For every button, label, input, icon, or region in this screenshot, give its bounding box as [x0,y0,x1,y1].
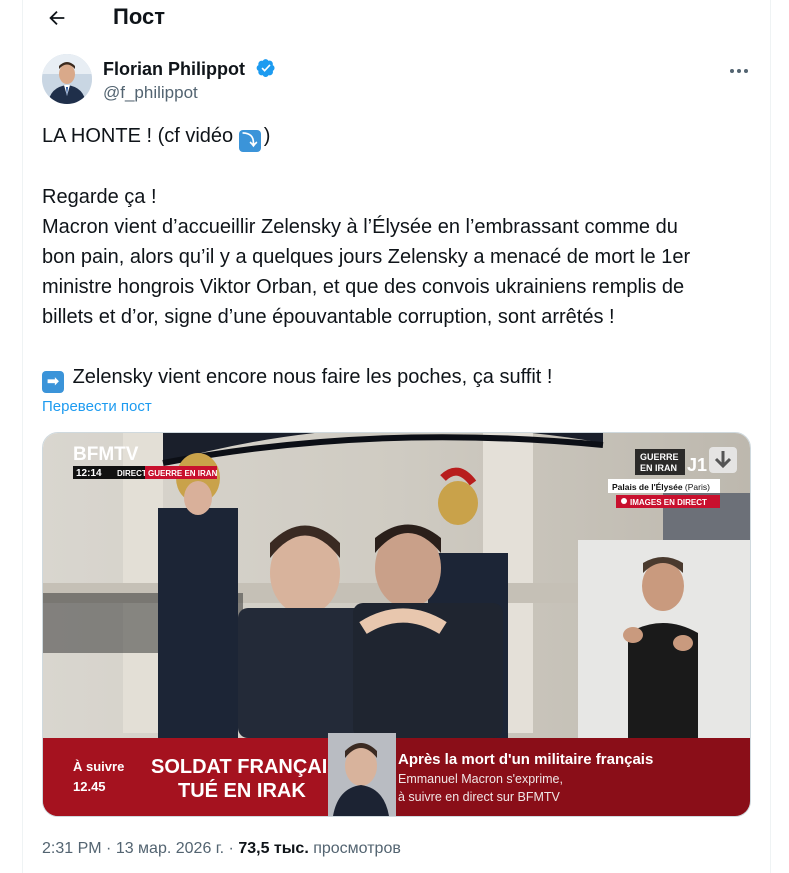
video-direct: DIRECT [117,469,147,478]
author-block: Florian Philippot @f_philippot [42,54,752,106]
avatar[interactable] [42,54,92,104]
ticker-sub2: à suivre en direct sur BFMTV [398,790,561,804]
arrow-left-icon [49,10,65,26]
post-time[interactable]: 2:31 PM [42,840,102,857]
tweet-line-text: Zelensky vient encore nous faire les poc… [72,366,553,388]
location-name: Palais de l'Élysée [612,482,683,492]
translate-post-link[interactable]: Перевести пост [42,397,152,417]
ticker-title: Après la mort d'un militaire français [398,751,653,768]
more-horizontal-icon [730,69,748,73]
location-city: (Paris) [685,482,710,492]
tweet-line: ministre hongrois Viktor Orban, et que d… [42,276,685,298]
more-options-button[interactable] [726,58,752,84]
column-border-left [22,0,23,873]
column-border-right [770,0,771,873]
bfmtv-logo: BFMTV [73,444,139,465]
author-handle[interactable]: @f_philippot [103,82,198,104]
tweet-line: billets et d’or, signe d’une épouvantabl… [42,306,615,328]
ticker-sub1: Emmanuel Macron s'exprime, [398,772,563,786]
location-label: Palais de l'Élysée (Paris) [612,482,710,492]
video-tag: GUERRE EN IRAN [148,469,218,478]
arrow-right-icon: ➡ [42,371,64,393]
images-direct-label: IMAGES EN DIRECT [630,498,707,507]
badge-j: J1 [687,455,707,475]
view-count: 73,5 тыс. [238,840,309,857]
tweet-line-blank [42,152,762,182]
video-player[interactable]: BFMTV 12:14 DIRECT GUERRE EN IRAN GUERRE… [42,432,751,817]
video-time: 12:14 [76,468,102,479]
avatar-image [42,54,92,104]
headline-line1: SOLDAT FRANÇAIS [151,756,341,778]
tweet-text: LA HONTE ! (cf vidéo ⤵) Regarde ça ! Mac… [42,121,762,393]
suivre-time: 12.45 [73,779,106,794]
tweet-line-end: ) [263,125,271,147]
page-title: Пост [113,4,165,29]
tweet-line: LA HONTE ! (cf vidéo ⤵) [42,121,762,152]
author-name[interactable]: Florian Philippot [103,58,245,80]
back-button[interactable] [43,4,71,32]
suivre-label: À suivre [73,759,124,774]
tweet-line: Regarde ça ! [42,186,157,208]
badge-line2: EN IRAN [640,463,677,473]
tweet-meta: 2:31 PM · 13 мар. 2026 г. · 73,5 тыс. пр… [42,840,401,857]
tweet-line-text: LA HONTE ! (cf vidéo [42,125,239,147]
views-label: просмотров [313,840,401,857]
badge-line1: GUERRE [640,452,679,462]
tweet-line: ➡ Zelensky vient encore nous faire les p… [42,362,762,393]
post-date[interactable]: 13 мар. 2026 г. [116,840,224,857]
video-frame: BFMTV 12:14 DIRECT GUERRE EN IRAN GUERRE… [43,433,750,816]
tweet-line-blank [42,332,762,362]
verified-badge-icon [256,59,275,77]
headline-line2: TUÉ EN IRAK [178,779,306,802]
tweet-line: Macron vient d’accueillir Zelensky à l’É… [42,216,678,238]
arrow-curve-down-icon: ⤵ [238,130,261,152]
page-header: Пост [23,0,770,36]
tweet-line: bon pain, alors qu’il y a quelques jours… [42,246,691,268]
